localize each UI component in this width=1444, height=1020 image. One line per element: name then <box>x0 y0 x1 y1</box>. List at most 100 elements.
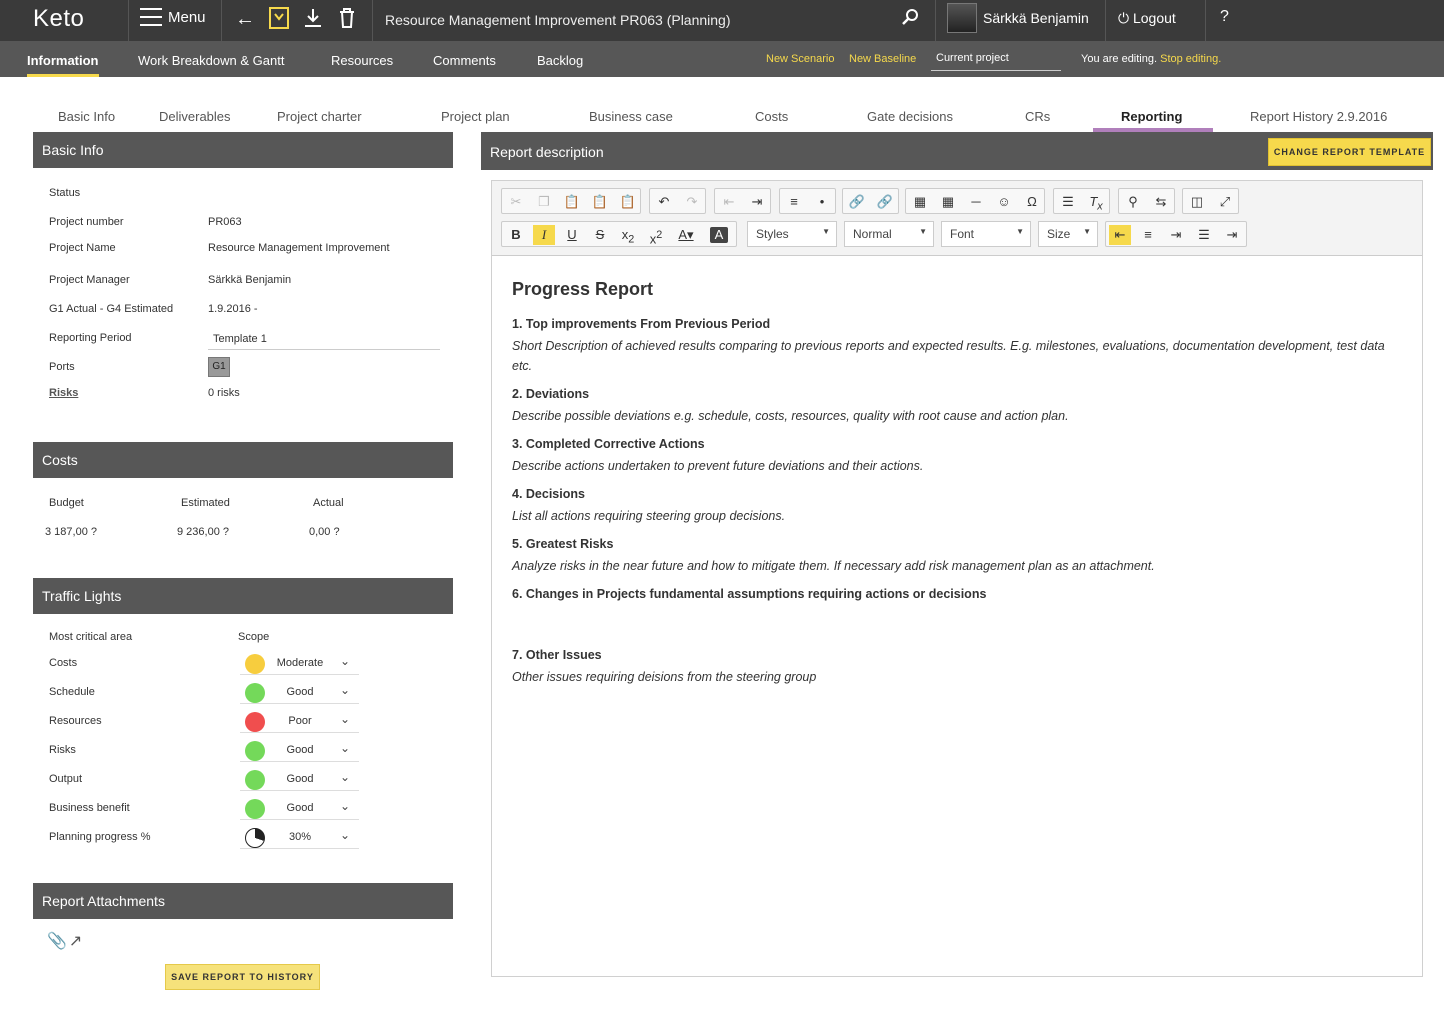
underline-icon[interactable]: U <box>561 225 583 245</box>
download-icon[interactable] <box>301 6 325 32</box>
traffic-light-select[interactable]: Good ⌄ <box>240 680 359 704</box>
replace-icon[interactable]: ⇆ <box>1150 192 1172 212</box>
tab-report-history[interactable]: Report History 2.9.2016 <box>1250 109 1387 124</box>
find-icon[interactable]: ⚲ <box>1122 192 1144 212</box>
bulleted-list-icon[interactable]: • <box>811 192 833 212</box>
background-color-icon[interactable]: A <box>710 227 728 243</box>
port-badge[interactable]: G1 <box>208 357 230 377</box>
change-template-button[interactable]: CHANGE REPORT TEMPLATE <box>1268 138 1431 166</box>
paperclip-icon[interactable]: 📎 <box>47 933 69 950</box>
text-direction-icon[interactable]: ⇥ <box>1221 225 1243 245</box>
rich-text-editor[interactable]: ✂ ❐ 📋 📋 📋 ↶ ↷ ⇤ ⇥ ≡ • 🔗 🔗 ▦ ▦ ─ ☺ Ω ☰ Tx… <box>491 180 1423 977</box>
basic-info-header: Basic Info <box>33 132 453 168</box>
tab-gate-decisions[interactable]: Gate decisions <box>867 109 953 124</box>
save-icon[interactable] <box>267 6 291 32</box>
cut-icon[interactable]: ✂ <box>505 192 527 212</box>
stop-editing-link[interactable]: Stop editing. <box>1160 53 1221 65</box>
styles-dropdown[interactable]: Styles ▼ <box>747 221 837 247</box>
align-left-icon[interactable]: ⇤ <box>1109 225 1131 245</box>
redo-icon[interactable]: ↷ <box>681 192 703 212</box>
format-block-icon[interactable]: ☰ <box>1057 192 1079 212</box>
tab-costs[interactable]: Costs <box>755 109 788 124</box>
user-name: Särkkä Benjamin <box>983 10 1089 26</box>
numbered-list-icon[interactable]: ≡ <box>783 192 805 212</box>
tab-basic-info[interactable]: Basic Info <box>58 109 115 124</box>
justify-icon[interactable]: ☰ <box>1193 225 1215 245</box>
bold-icon[interactable]: B <box>505 225 527 245</box>
font-dropdown[interactable]: Font ▼ <box>941 221 1031 247</box>
show-blocks-icon[interactable]: ◫ <box>1186 192 1208 212</box>
outdent-icon[interactable]: ⇤ <box>718 192 740 212</box>
risks-link[interactable]: Risks <box>49 387 78 399</box>
nav-information[interactable]: Information <box>27 53 99 77</box>
new-baseline-link[interactable]: New Baseline <box>849 53 916 65</box>
report-section: 3. Completed Corrective Actions Describe … <box>512 437 1402 476</box>
project-manager-label: Project Manager <box>49 274 130 286</box>
keto-logo[interactable]: Keto <box>33 5 84 33</box>
indent-icon[interactable]: ⇥ <box>746 192 768 212</box>
editor-content[interactable]: Progress Report 1. Top improvements From… <box>512 279 1402 698</box>
smiley-icon[interactable]: ☺ <box>993 192 1015 212</box>
planning-progress-select[interactable]: 30% ⌄ <box>240 825 359 849</box>
special-char-icon[interactable]: Ω <box>1021 192 1043 212</box>
clipboard-group: ✂ ❐ 📋 📋 📋 <box>501 188 641 214</box>
align-center-icon[interactable]: ≡ <box>1137 225 1159 245</box>
table-icon[interactable]: ▦ <box>937 192 959 212</box>
traffic-light-select[interactable]: Moderate ⌄ <box>240 651 359 675</box>
status-dot-icon <box>245 712 265 732</box>
text-color-icon[interactable]: A▾ <box>675 225 697 245</box>
traffic-light-select[interactable]: Good ⌄ <box>240 738 359 762</box>
align-right-icon[interactable]: ⇥ <box>1165 225 1187 245</box>
traffic-area-label: Output <box>49 773 83 785</box>
format-dropdown[interactable]: Normal ▼ <box>844 221 934 247</box>
project-name-label: Project Name <box>49 242 116 254</box>
back-arrow-icon[interactable]: ← <box>233 6 257 32</box>
paste-icon[interactable]: 📋 <box>561 192 583 212</box>
reporting-period-select[interactable]: Template 1 <box>213 333 267 345</box>
text-style-group: B I U S x2 x2 A▾ A <box>501 221 737 247</box>
traffic-light-select[interactable]: Good ⌄ <box>240 767 359 791</box>
italic-icon[interactable]: I <box>533 225 555 245</box>
tab-project-charter[interactable]: Project charter <box>277 109 362 124</box>
tab-reporting[interactable]: Reporting <box>1121 109 1182 124</box>
traffic-light-select[interactable]: Good ⌄ <box>240 796 359 820</box>
nav-comments[interactable]: Comments <box>433 53 496 68</box>
external-link-icon[interactable]: ↗ <box>69 933 84 950</box>
horizontal-rule-icon[interactable]: ─ <box>965 192 987 212</box>
section-title: 7. Other Issues <box>512 648 602 662</box>
user-profile[interactable]: Särkkä Benjamin <box>947 3 1089 33</box>
save-report-button[interactable]: SAVE REPORT TO HISTORY <box>165 964 320 990</box>
editor-toolbar: ✂ ❐ 📋 📋 📋 ↶ ↷ ⇤ ⇥ ≡ • 🔗 🔗 ▦ ▦ ─ ☺ Ω ☰ Tx… <box>492 181 1422 256</box>
nav-resources[interactable]: Resources <box>331 53 393 68</box>
report-section: 6. Changes in Projects fundamental assum… <box>512 587 1402 637</box>
unlink-icon[interactable]: 🔗 <box>874 192 896 212</box>
tab-crs[interactable]: CRs <box>1025 109 1050 124</box>
project-number-value: PR063 <box>208 216 242 228</box>
help-button[interactable]: ? <box>1220 8 1229 26</box>
paste-text-icon[interactable]: 📋 <box>589 192 611 212</box>
project-selector[interactable]: Current project <box>931 49 1061 71</box>
tab-business-case[interactable]: Business case <box>589 109 673 124</box>
trash-icon[interactable] <box>335 6 359 32</box>
menu-button[interactable]: Menu <box>140 8 206 26</box>
maximize-icon[interactable]: ⤢ <box>1214 192 1236 212</box>
link-icon[interactable]: 🔗 <box>846 192 868 212</box>
strikethrough-icon[interactable]: S <box>589 225 611 245</box>
tab-deliverables[interactable]: Deliverables <box>159 109 231 124</box>
subscript-icon[interactable]: x2 <box>617 225 639 246</box>
remove-format-icon[interactable]: Tx <box>1085 192 1107 213</box>
search-icon[interactable] <box>898 7 922 33</box>
nav-work-breakdown[interactable]: Work Breakdown & Gantt <box>138 53 284 68</box>
copy-icon[interactable]: ❐ <box>533 192 555 212</box>
size-dropdown[interactable]: Size ▼ <box>1038 221 1098 247</box>
tab-project-plan[interactable]: Project plan <box>441 109 510 124</box>
superscript-icon[interactable]: x2 <box>645 225 667 246</box>
nav-backlog[interactable]: Backlog <box>537 53 583 68</box>
new-scenario-link[interactable]: New Scenario <box>766 53 834 65</box>
section-title: 5. Greatest Risks <box>512 537 614 551</box>
paste-word-icon[interactable]: 📋 <box>617 192 639 212</box>
traffic-light-select[interactable]: Poor ⌄ <box>240 709 359 733</box>
logout-button[interactable]: ⏻ Logout <box>1118 10 1176 27</box>
image-icon[interactable]: ▦ <box>909 192 931 212</box>
undo-icon[interactable]: ↶ <box>653 192 675 212</box>
